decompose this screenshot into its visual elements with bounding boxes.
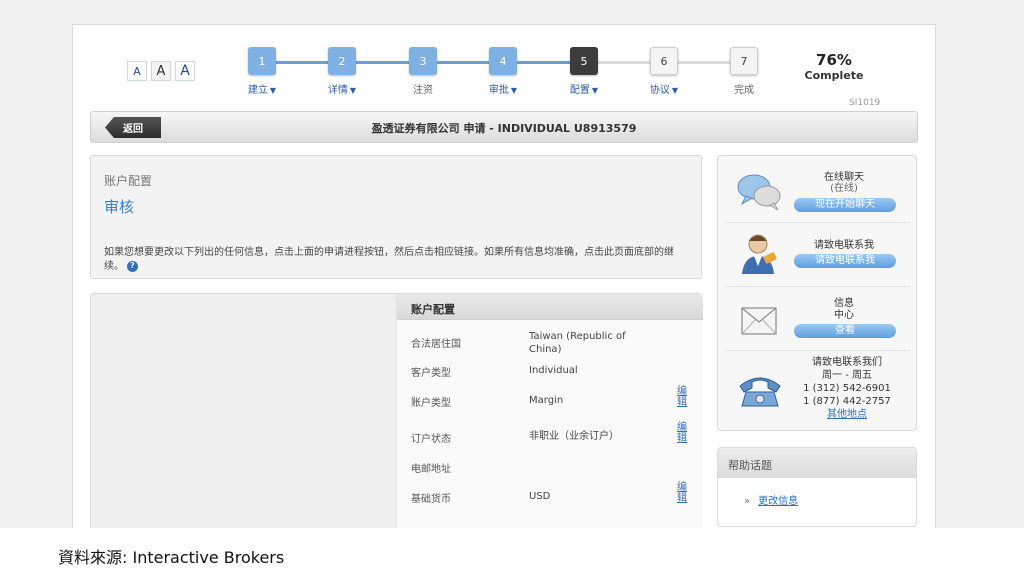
- telephone-icon: [736, 366, 784, 410]
- chat-status: (在线): [830, 183, 858, 194]
- help-icon[interactable]: ?: [127, 260, 138, 272]
- other-locations-link[interactable]: 其他地点: [792, 408, 902, 421]
- message-center-title: 信息 中心: [834, 298, 854, 321]
- view-messages-button[interactable]: 查看: [794, 324, 896, 338]
- row-key: 订户状态: [411, 434, 451, 445]
- step-1[interactable]: 1 建立 ▼: [247, 47, 277, 96]
- configuration-panel: 账户配置 合法居住国 Taiwan (Republic of China) 客户…: [90, 293, 703, 528]
- step-number: 4: [489, 47, 517, 75]
- source-caption: 資料來源: Interactive Brokers: [58, 548, 285, 567]
- step-label: 完成: [734, 85, 754, 96]
- section-label: 账户配置: [104, 174, 153, 188]
- row-key: 客户类型: [411, 368, 451, 379]
- step-4[interactable]: 4 审批 ▼: [488, 47, 518, 96]
- review-panel: 账户配置 审核 如果您想要更改以下列出的任何信息，点击上面的申请进程按钮，然后点…: [90, 155, 702, 279]
- change-information-link[interactable]: 更改信息: [758, 496, 798, 507]
- dropdown-arrow-icon: ▼: [349, 86, 357, 95]
- step-number: 5: [570, 47, 598, 75]
- application-title: 盈透证券有限公司 申请 - INDIVIDUAL U8913579: [371, 122, 637, 135]
- table-header: 账户配置: [397, 294, 703, 320]
- account-configuration-table: 账户配置 合法居住国 Taiwan (Republic of China) 客户…: [396, 294, 703, 528]
- bullet-icon: »: [744, 496, 751, 507]
- phone-number-1: 1 (312) 542-6901: [803, 383, 891, 394]
- start-chat-button[interactable]: 现在开始聊天: [794, 198, 896, 212]
- step-label: 注资: [413, 85, 433, 96]
- font-size-large-button[interactable]: A: [175, 61, 195, 81]
- application-progress-steps: 1 建立▼ 2 详情▼ 3 注资 4 审批▼ 5 配置▼ 6 协议▼: [247, 47, 767, 99]
- completion-percent: 76%: [816, 51, 852, 69]
- font-size-medium-button[interactable]: A: [151, 61, 171, 81]
- row-key: 电邮地址: [411, 464, 451, 475]
- row-value: USD: [529, 491, 551, 502]
- form-id: SI1019: [849, 98, 881, 108]
- divider: [726, 350, 910, 351]
- dropdown-arrow-icon: ▼: [591, 86, 599, 95]
- support-sidebar: 在线聊天 (在线) 现在开始聊天 请致电联系我 请致电联系我 信息 中心 查看 …: [717, 155, 917, 431]
- browser-viewport: A A A 1 建立 ▼ 2 详情 ▼ 3 注资 4 审批 ▼ 5 配置 ▼ 6…: [0, 0, 1024, 528]
- completion-label: Complete: [804, 69, 864, 82]
- row-key: 合法居住国: [411, 339, 461, 350]
- dropdown-arrow-icon: ▼: [510, 86, 518, 95]
- row-value: Margin: [529, 395, 564, 406]
- step-label: 建立: [247, 85, 268, 96]
- edit-subscriber-status-link[interactable]: 编辑: [677, 422, 689, 444]
- step-number: 1: [248, 47, 276, 75]
- step-number: 6: [650, 47, 678, 75]
- phone-hours: 周一 - 周五: [822, 370, 872, 381]
- step-label: 协议: [649, 85, 670, 96]
- review-heading: 审核: [104, 198, 135, 216]
- step-7: 7 完成: [729, 47, 759, 96]
- row-value: Taiwan (Republic of China): [529, 331, 626, 355]
- font-size-small-button[interactable]: A: [127, 61, 147, 81]
- row-value: Individual: [529, 365, 578, 376]
- step-label: 审批: [488, 85, 509, 96]
- dropdown-arrow-icon: ▼: [269, 86, 277, 95]
- application-title-bar: 返回 盈透证券有限公司 申请 - INDIVIDUAL U8913579: [90, 111, 918, 143]
- step-number: 3: [409, 47, 437, 75]
- row-key: 账户类型: [411, 398, 451, 409]
- step-5-current[interactable]: 5 配置 ▼: [569, 47, 599, 96]
- instructions-text: 如果您想要更改以下列出的任何信息，点击上面的申请进程按钮，然后点击相应链接。如果…: [104, 247, 674, 272]
- row-value: 非职业（业余订户）: [529, 431, 619, 442]
- row-key: 基础货币: [411, 494, 451, 505]
- callback-title: 请致电联系我: [814, 240, 874, 251]
- envelope-icon: [736, 300, 784, 344]
- font-size-controls: A A A: [127, 61, 195, 81]
- help-topics-panel: 帮助话题 » 更改信息: [717, 447, 917, 527]
- divider: [726, 286, 910, 287]
- step-label: 配置: [569, 85, 590, 96]
- step-number: 7: [730, 47, 758, 75]
- support-agent-icon: [736, 232, 784, 276]
- review-instructions: 如果您想要更改以下列出的任何信息，点击上面的申请进程按钮，然后点击相应链接。如果…: [104, 246, 692, 274]
- edit-account-type-link[interactable]: 编辑: [677, 386, 689, 408]
- step-6[interactable]: 6 协议 ▼: [649, 47, 679, 96]
- step-2[interactable]: 2 详情 ▼: [327, 47, 357, 96]
- divider: [726, 222, 910, 223]
- application-page: A A A 1 建立 ▼ 2 详情 ▼ 3 注资 4 审批 ▼ 5 配置 ▼ 6…: [72, 24, 936, 528]
- completion-indicator: 76% Complete: [799, 51, 869, 82]
- phone-title: 请致电联系我们: [812, 357, 882, 368]
- edit-base-currency-link[interactable]: 编辑: [677, 482, 689, 504]
- step-label: 详情: [327, 85, 348, 96]
- step-number: 2: [328, 47, 356, 75]
- request-callback-button[interactable]: 请致电联系我: [794, 254, 896, 268]
- chat-bubbles-icon: [736, 170, 784, 214]
- step-3[interactable]: 3 注资: [408, 47, 438, 96]
- phone-number-2: 1 (877) 442-2757: [803, 396, 891, 407]
- dropdown-arrow-icon: ▼: [671, 86, 679, 95]
- help-topics-header: 帮助话题: [718, 448, 916, 478]
